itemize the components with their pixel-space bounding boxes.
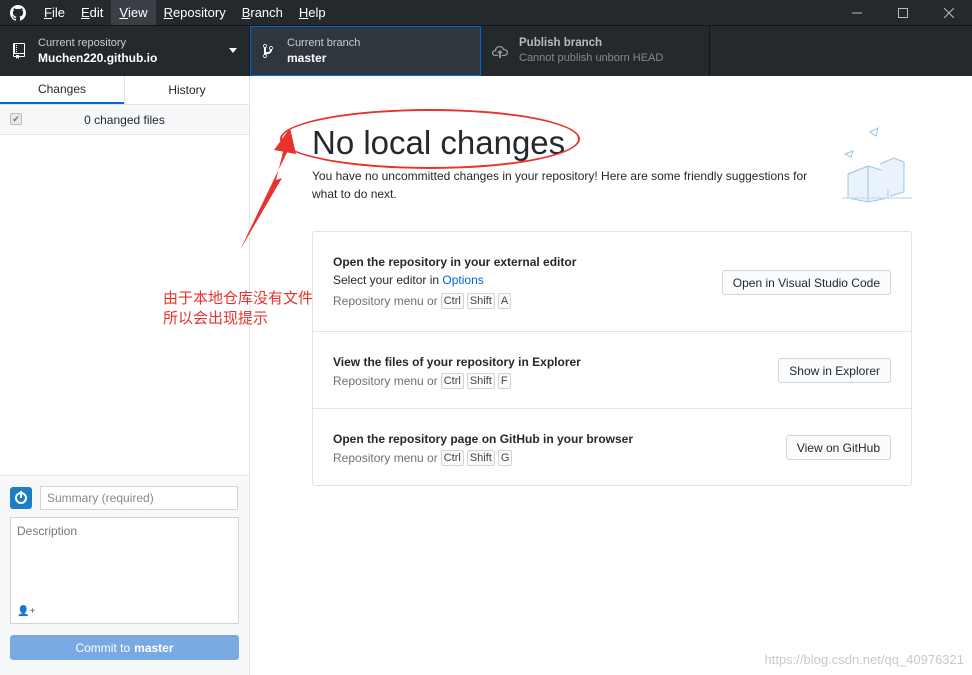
repo-name: Muchen220.github.io	[38, 51, 158, 65]
minimize-icon[interactable]	[834, 0, 880, 25]
close-icon[interactable]	[926, 0, 972, 25]
key-ctrl: Ctrl	[440, 373, 464, 389]
summary-input[interactable]	[40, 486, 238, 510]
add-coauthor-icon[interactable]: 👤+	[17, 606, 35, 617]
description-box: 👤+	[10, 517, 239, 624]
key-ctrl: Ctrl	[440, 450, 464, 466]
view-on-github-button[interactable]: View on GitHub	[785, 435, 891, 460]
commit-panel: 👤+ Commit tomaster	[0, 475, 249, 675]
key-g: G	[497, 450, 513, 466]
suggestion-open-editor: Open the repository in your external edi…	[313, 232, 911, 332]
repo-icon	[10, 43, 28, 59]
menu-branch[interactable]: Branch	[234, 0, 291, 25]
main-panel: No local changes You have no uncommitted…	[250, 76, 972, 675]
branch-name: master	[287, 51, 327, 65]
key-ctrl: Ctrl	[440, 293, 464, 309]
publish-status: Cannot publish unborn HEAD	[519, 52, 664, 64]
description-input[interactable]	[11, 518, 238, 598]
sidebar: Changes History ✔ 0 changed files 👤+ Com…	[0, 76, 250, 675]
menu-bar: File Edit View Repository Branch Help	[0, 0, 972, 25]
key-shift: Shift	[466, 450, 495, 466]
open-in-editor-button[interactable]: Open in Visual Studio Code	[721, 270, 891, 295]
tab-history[interactable]: History	[124, 76, 249, 104]
options-link[interactable]: Options	[442, 273, 483, 287]
menu-help[interactable]: Help	[291, 0, 334, 25]
menu-file[interactable]: File	[36, 0, 73, 25]
branch-label: Current branch	[287, 37, 361, 49]
publish-label: Publish branch	[519, 37, 603, 49]
changes-header: ✔ 0 changed files	[0, 105, 249, 135]
annotation-text: 由于本地仓库没有文件 所以会出现提示	[163, 288, 313, 328]
key-f: F	[497, 373, 511, 389]
maximize-icon[interactable]	[880, 0, 926, 25]
shortcut-hint: Repository menu or Ctrl Shift A	[333, 293, 891, 309]
commit-button-prefix: Commit to	[75, 640, 131, 655]
suggestion-view-github: Open the repository page on GitHub in yo…	[313, 409, 911, 485]
key-shift: Shift	[466, 373, 495, 389]
github-logo-icon	[0, 0, 36, 25]
watermark: https://blog.csdn.net/qq_40976321	[764, 652, 965, 667]
menu-repository[interactable]: Repository	[156, 0, 234, 25]
menu-edit[interactable]: Edit	[73, 0, 111, 25]
tab-changes[interactable]: Changes	[0, 76, 124, 104]
chevron-down-icon	[229, 48, 237, 53]
show-in-explorer-button[interactable]: Show in Explorer	[778, 358, 891, 383]
annotation-line-1: 由于本地仓库没有文件	[163, 289, 314, 307]
empty-state-illustration-icon	[840, 124, 915, 204]
repository-dropdown[interactable]: Current repository Muchen220.github.io	[0, 26, 250, 76]
toolbar: Current repository Muchen220.github.io C…	[0, 25, 972, 76]
suggestion-show-explorer: View the files of your repository in Exp…	[313, 332, 911, 409]
branch-dropdown[interactable]: Current branch master	[250, 26, 481, 76]
annotation-arrow-icon	[240, 128, 296, 250]
repo-label: Current repository	[38, 37, 127, 49]
menu-view[interactable]: View	[111, 0, 156, 25]
annotation-line-2: 所以会出现提示	[163, 309, 269, 327]
suggestion-title: Open the repository in your external edi…	[333, 255, 577, 269]
changed-files-count: 0 changed files	[84, 112, 165, 127]
annotation-ellipse	[280, 109, 580, 169]
sidebar-tabs: Changes History	[0, 76, 249, 105]
avatar	[10, 487, 32, 509]
suggestions-list: Open the repository in your external edi…	[312, 231, 912, 486]
branch-icon	[259, 43, 277, 59]
page-subtitle: You have no uncommitted changes in your …	[312, 169, 808, 201]
commit-button[interactable]: Commit to master	[10, 635, 239, 660]
select-all-checkbox[interactable]: ✔	[10, 113, 22, 125]
commit-button-branch: master	[134, 640, 174, 655]
key-a: A	[497, 293, 512, 309]
window-controls	[834, 0, 972, 25]
publish-branch-button[interactable]: Publish branch Cannot publish unborn HEA…	[481, 26, 710, 76]
cloud-upload-icon	[491, 44, 509, 58]
key-shift: Shift	[466, 293, 495, 309]
